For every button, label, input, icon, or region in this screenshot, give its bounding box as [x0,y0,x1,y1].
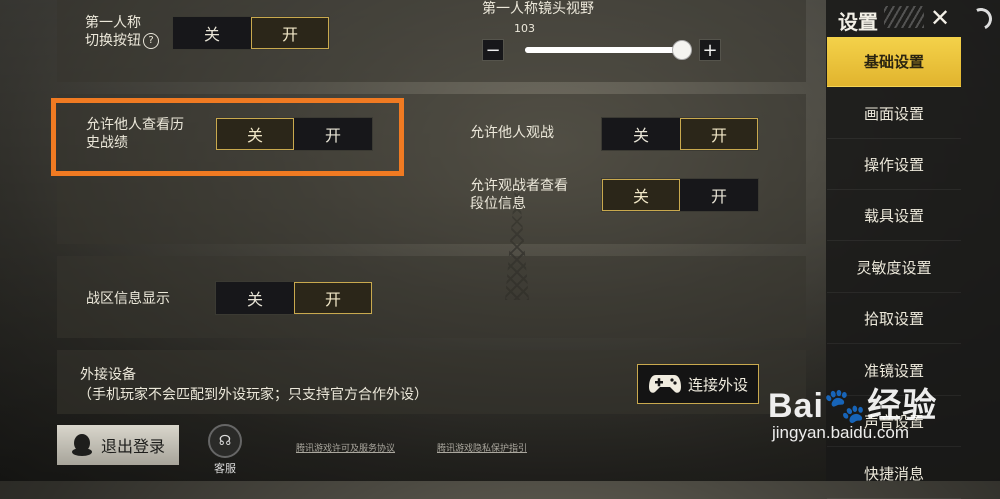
spectate-on-option[interactable]: 开 [680,118,758,150]
spectate-label: 允许他人观战 [470,125,554,141]
sidebar-item-sensitivity[interactable]: 灵敏度设置 [827,243,961,293]
logout-label: 退出登录 [100,437,165,456]
peripheral-note: （手机玩家不会匹配到外设玩家；只支持官方合作外设） [78,387,428,403]
fov-slider-track[interactable] [525,47,683,53]
region-off-option[interactable]: 关 [216,282,294,314]
fpp-toggle: 关 开 [172,16,330,50]
region-on-option[interactable]: 开 [294,282,372,314]
sidebar-item-vehicle[interactable]: 载具设置 [827,191,961,241]
fov-label: 第一人称镜头视野 [482,1,594,17]
fov-value: 103 [514,22,535,35]
spectate-off-option[interactable]: 关 [602,118,680,150]
sidebar-title: 设置 [838,10,878,34]
rank-info-toggle: 关 开 [601,178,759,212]
watermark-url: jingyan.baidu.com [772,423,910,442]
fov-slider-thumb[interactable] [672,40,692,60]
help-icon[interactable]: ? [143,33,159,49]
customer-service-label: 客服 [214,462,236,475]
fov-decrease-button[interactable]: − [482,39,504,61]
fov-slider-fill [525,47,674,53]
spectate-toggle: 关 开 [601,117,759,151]
sidebar-item-display[interactable]: 画面设置 [827,89,961,139]
region-label: 战区信息显示 [86,291,170,307]
logout-button[interactable]: 退出登录 [57,425,179,465]
fpp-on-option[interactable]: 开 [251,17,329,49]
fov-increase-button[interactable]: + [699,39,721,61]
close-icon[interactable]: ✕ [930,4,950,32]
sidebar-item-pickup[interactable]: 拾取设置 [827,294,961,344]
privacy-link[interactable]: 腾讯游戏隐私保护指引 [437,441,527,454]
rank-info-off-option[interactable]: 关 [602,179,680,211]
customer-service-button[interactable]: ☊ 客服 [203,424,247,476]
qq-penguin-icon [71,434,92,456]
headset-icon: ☊ [208,424,242,458]
baidu-watermark: Bai🐾经验 jingyan.baidu.com [768,378,1000,443]
watermark-logo: Bai🐾经验 [768,387,938,425]
sidebar-item-quick-message[interactable]: 快捷消息 [827,449,961,499]
peripheral-title: 外接设备 [80,367,136,383]
terms-link[interactable]: 腾讯游戏许可及服务协议 [296,441,395,454]
rank-info-label: 允许观战者查看 段位信息 [470,178,568,212]
highlight-box [51,98,404,176]
sidebar-item-controls[interactable]: 操作设置 [827,140,961,190]
connect-peripheral-button[interactable]: 连接外设 [637,364,759,404]
fpp-off-option[interactable]: 关 [173,17,251,49]
region-toggle: 关 开 [215,281,373,315]
rank-info-on-option[interactable]: 开 [680,179,758,211]
connect-peripheral-label: 连接外设 [687,375,748,394]
fpp-panel [57,0,806,82]
sidebar-title-decoration [884,6,924,28]
gamepad-icon [648,375,681,393]
fpp-label: 第一人称 切换按钮? [85,14,159,50]
sidebar-item-basic[interactable]: 基础设置 [827,37,961,87]
